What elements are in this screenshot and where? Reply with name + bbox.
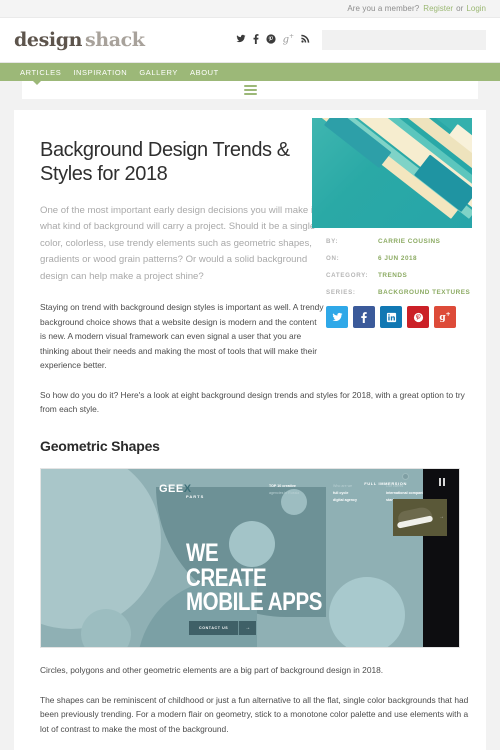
arrow-right-icon: → xyxy=(238,621,257,636)
twitter-icon[interactable] xyxy=(236,34,246,46)
twitter-share-button[interactable] xyxy=(326,306,348,328)
linkedin-share-button[interactable] xyxy=(380,306,402,328)
search-input[interactable] xyxy=(322,30,486,50)
article-lede: One of the most important early design d… xyxy=(40,204,318,282)
facebook-share-button[interactable] xyxy=(353,306,375,328)
embedded-site-screenshot[interactable]: GEEX PARTS TOP 10 creative agencies in R… xyxy=(40,468,460,649)
or-text: or xyxy=(456,4,464,13)
embed-nav-col-2: Who are we full cycle digital agency xyxy=(333,484,357,503)
member-question: Are you a member? xyxy=(347,4,420,13)
meta-value-author[interactable]: CARRIE COUSINS xyxy=(378,238,440,245)
meta-label-category: CATEGORY: xyxy=(326,272,369,279)
logo-word-shack: shack xyxy=(85,29,145,51)
embed-headline-line1: WE xyxy=(186,539,219,568)
article-card: BY: CARRIE COUSINS ON: 6 JUN 2018 CATEGO… xyxy=(14,110,486,750)
meta-row-category: CATEGORY: TRENDS xyxy=(326,272,472,279)
hero-stripe-group xyxy=(312,118,472,228)
article-paragraph-3: So how do you do it? Here's a look at ei… xyxy=(40,389,465,414)
logo-word-design: design xyxy=(14,29,82,51)
meta-label-series: SERIES: xyxy=(326,289,356,296)
top-utility-bar: Are you a member? Register or Login xyxy=(0,0,500,18)
pinterest-share-button[interactable] xyxy=(407,306,429,328)
embed-contact-label: CONTACT US xyxy=(189,621,239,636)
masthead: design shack g+ xyxy=(0,18,500,63)
main-navigation: ARTICLES INSPIRATION GALLERY ABOUT xyxy=(0,63,500,85)
nav-item-articles[interactable]: ARTICLES xyxy=(20,68,61,77)
article-paragraph-4: Circles, polygons and other geometric el… xyxy=(40,665,384,676)
embed-headline: WE CREATE MOBILE APPS xyxy=(186,539,322,616)
article-meta: BY: CARRIE COUSINS ON: 6 JUN 2018 CATEGO… xyxy=(326,238,486,328)
nav-active-caret xyxy=(33,81,41,85)
page-title: Background Design Trends & Styles for 20… xyxy=(40,139,290,186)
meta-label-by: BY: xyxy=(326,238,339,245)
login-link[interactable]: Login xyxy=(466,4,486,13)
embed-contact-button[interactable]: CONTACT US → xyxy=(189,621,257,636)
embed-headline-line2: CREATE xyxy=(186,563,267,592)
googleplus-share-button[interactable]: g+ xyxy=(434,306,456,328)
nav-item-gallery[interactable]: GALLERY xyxy=(139,68,178,77)
googleplus-icon[interactable]: g+ xyxy=(283,34,294,45)
rss-icon[interactable] xyxy=(301,34,310,46)
embed-circle-5 xyxy=(81,609,131,648)
embed-circle-3 xyxy=(329,577,405,648)
embed-right-panel xyxy=(423,469,459,648)
article-paragraph-5: The shapes can be reminiscent of childho… xyxy=(40,694,469,734)
embed-product-thumbnail[interactable]: → xyxy=(393,499,447,537)
thumbnail-arrow-icon: → xyxy=(439,514,444,521)
article-body: Background Design Trends & Styles for 20… xyxy=(14,110,324,373)
meta-row-by: BY: CARRIE COUSINS xyxy=(326,238,472,245)
embed-logo-subtitle: PARTS xyxy=(186,494,205,500)
embed-headline-line3: MOBILE APPS xyxy=(186,587,322,616)
register-link[interactable]: Register xyxy=(423,4,453,13)
page-root: Are you a member? Register or Login desi… xyxy=(0,0,500,750)
embed-nav-col-1: TOP 10 creative agencies in Russia xyxy=(269,484,300,496)
meta-row-series: SERIES: BACKGROUND TEXTURES xyxy=(326,289,472,296)
meta-value-series[interactable]: BACKGROUND TEXTURES xyxy=(378,289,470,296)
social-links: g+ xyxy=(236,33,310,47)
embed-full-immersion-label[interactable]: FULL IMMERSION xyxy=(364,481,407,486)
pause-icon[interactable] xyxy=(439,478,445,487)
hamburger-icon[interactable] xyxy=(243,85,257,95)
article-hero-image xyxy=(312,118,472,228)
meta-row-on: ON: 6 JUN 2018 xyxy=(326,255,472,262)
share-buttons: g+ xyxy=(326,306,472,328)
article-paragraph-2: Staying on trend with background design … xyxy=(40,302,324,371)
meta-label-on: ON: xyxy=(326,255,340,262)
subnav-strip xyxy=(22,81,478,99)
nav-item-inspiration[interactable]: INSPIRATION xyxy=(73,68,127,77)
section-heading-geometric-shapes: Geometric Shapes xyxy=(40,438,160,455)
pinterest-icon[interactable] xyxy=(265,33,276,47)
site-logo[interactable]: design shack xyxy=(14,29,145,51)
meta-value-date: 6 JUN 2018 xyxy=(378,255,418,262)
facebook-icon[interactable] xyxy=(253,33,259,47)
meta-value-category[interactable]: TRENDS xyxy=(378,272,407,279)
nav-item-about[interactable]: ABOUT xyxy=(190,68,219,77)
